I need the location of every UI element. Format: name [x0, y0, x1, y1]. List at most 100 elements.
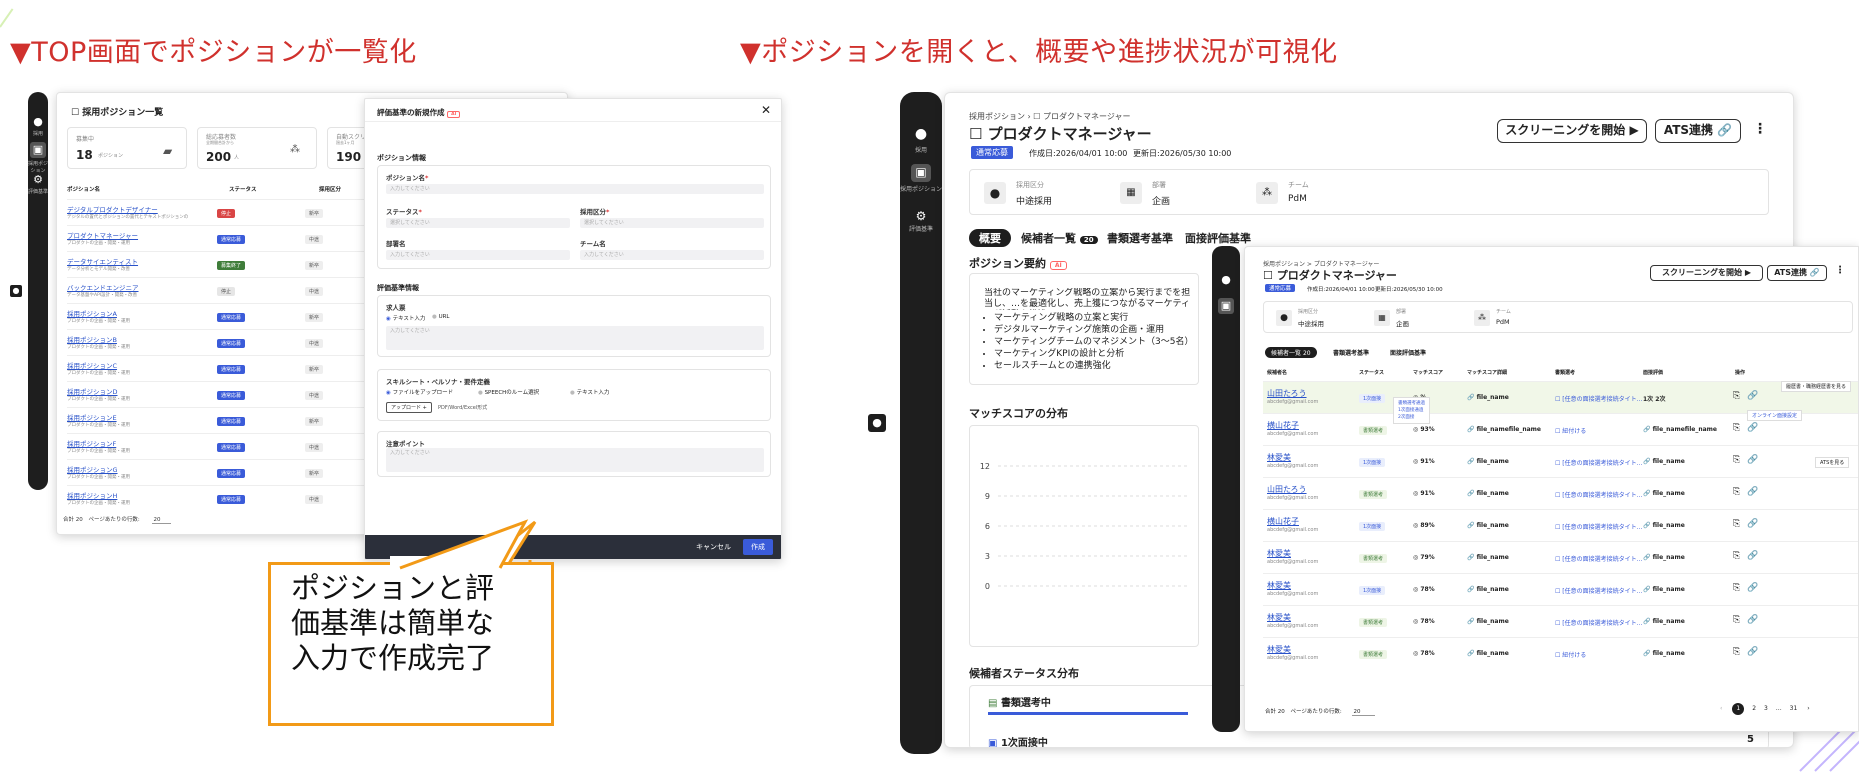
eval-link[interactable]: 🔗 file_name — [1643, 490, 1685, 497]
copy-icon[interactable]: ⎘ — [1733, 455, 1740, 465]
link-icon[interactable]: 🔗 — [1747, 455, 1758, 465]
candidate-row[interactable]: 山田たろう abcdefg@gmail.com 書類選考 ◎ 91% 🔗 file_na… — [1263, 477, 1858, 509]
score-detail-link[interactable]: 🔗 file_name — [1467, 618, 1509, 625]
cancel-button[interactable]: キャンセル — [696, 542, 731, 552]
status-chip[interactable]: 書類選考 — [1359, 490, 1388, 499]
candidate-name[interactable]: 林愛美 — [1267, 548, 1291, 559]
eval-link[interactable]: 🔗 file_name — [1643, 618, 1685, 625]
status-chip[interactable]: 書類選考 — [1359, 426, 1388, 435]
column-header[interactable]: マッチスコア — [1413, 369, 1443, 376]
column-header[interactable]: マッチスコア詳細 — [1467, 369, 1507, 376]
user-icon[interactable]: ● — [1218, 272, 1234, 288]
tab-interview-criteria[interactable]: 面接評価基準 — [1390, 348, 1426, 357]
position-name[interactable]: 採用ポジションG — [67, 464, 118, 474]
copy-icon[interactable]: ⎘ — [1733, 583, 1740, 593]
doc-link[interactable]: ☐ 紐付ける — [1555, 650, 1586, 659]
score-detail-link[interactable]: 🔗 file_name — [1467, 490, 1509, 497]
status-select[interactable]: 選択してください — [386, 218, 570, 228]
score-detail-link[interactable]: 🔗 file_name — [1467, 554, 1509, 561]
link-icon[interactable]: 🔗 — [1747, 519, 1758, 529]
per-page-select[interactable]: 20 — [1351, 709, 1375, 716]
eval-link[interactable]: 🔗 file_namefile_name — [1643, 426, 1717, 433]
radio-speech[interactable]: ● SPEECHのルーム選択 — [478, 388, 539, 396]
copy-icon[interactable]: ⎘ — [1733, 647, 1740, 657]
tab-doc-criteria[interactable]: 書類選考基準 — [1333, 348, 1369, 357]
tab-candidates[interactable]: 候補者一覧 20 — [1265, 347, 1317, 358]
column-header[interactable]: ステータス — [229, 185, 257, 193]
doc-link[interactable]: ☐ [任意の面接選考接続タイト… — [1555, 458, 1643, 467]
column-header[interactable]: ポジション名 — [67, 185, 100, 193]
position-name[interactable]: プロダクトマネージャー — [67, 230, 138, 240]
eval-link[interactable]: 🔗 file_name — [1643, 522, 1685, 529]
tab-overview[interactable]: 概要 — [969, 229, 1011, 247]
eval-link[interactable]: 🔗 file_name — [1643, 554, 1685, 561]
close-icon[interactable]: ✕ — [761, 103, 771, 117]
column-header[interactable]: 書類選考 — [1555, 369, 1575, 376]
briefcase-icon[interactable]: ▣ — [30, 142, 46, 158]
per-page-select[interactable]: 20 — [151, 517, 171, 524]
link-icon[interactable]: 🔗 — [1747, 487, 1758, 497]
link-icon[interactable]: 🔗 — [1747, 583, 1758, 593]
candidate-row[interactable]: 林愛美 abcdefg@gmail.com 1次面接 ◎ 78% 🔗 file_name… — [1263, 573, 1858, 605]
tab-doc-criteria[interactable]: 書類選考基準 — [1107, 230, 1173, 246]
status-chip[interactable]: 書類選考 — [1359, 618, 1388, 627]
start-screening-button[interactable]: スクリーニングを開始 ▶ — [1650, 265, 1763, 281]
doc-link[interactable]: ☐ [任意の面接選考接続タイト… — [1555, 522, 1643, 531]
doc-link[interactable]: ☐ [任意の面接選考接続タイト… — [1555, 586, 1643, 595]
team-input[interactable]: 入力してください — [580, 250, 764, 260]
tab-candidates[interactable]: 候補者一覧 20 — [1021, 230, 1098, 246]
position-name[interactable]: 採用ポジションD — [67, 386, 118, 396]
doc-link[interactable]: ☐ [任意の面接選考接続タイト… — [1555, 394, 1643, 403]
eval-link[interactable]: 🔗 file_name — [1643, 458, 1685, 465]
hire-type-select[interactable]: 選択してください — [580, 218, 764, 228]
start-screening-button[interactable]: スクリーニングを開始 ▶ — [1497, 119, 1647, 143]
briefcase-icon[interactable]: ▣ — [1218, 298, 1234, 314]
position-name[interactable]: データサイエンティスト — [67, 256, 138, 266]
radio-url[interactable]: ● URL — [432, 314, 449, 320]
score-detail-link[interactable]: 🔗 file_name — [1467, 586, 1509, 593]
link-icon[interactable]: 🔗 — [1747, 391, 1758, 401]
page-button[interactable]: 31 — [1790, 705, 1798, 712]
candidate-row[interactable]: 林愛美 abcdefg@gmail.com 書類選考 ◎ 78% 🔗 file_name… — [1263, 605, 1858, 637]
doc-link[interactable]: ☐ [任意の面接選考接続タイト… — [1555, 618, 1643, 627]
candidate-row[interactable]: 林愛美 abcdefg@gmail.com 1次面接 ◎ 91% 🔗 file_name… — [1263, 445, 1858, 477]
page-button[interactable]: 1 — [1732, 703, 1745, 715]
status-chip[interactable]: 1次面接 — [1359, 586, 1386, 595]
candidate-name[interactable]: 林愛美 — [1267, 580, 1291, 591]
status-chip[interactable]: 1次面接 — [1359, 394, 1386, 403]
position-name[interactable]: 採用ポジションF — [67, 438, 116, 448]
radio-file[interactable]: ◉ ファイルをアップロード — [386, 388, 453, 396]
link-icon[interactable]: 🔗 — [1747, 615, 1758, 625]
upload-button[interactable]: アップロード + — [386, 402, 432, 413]
radio-text[interactable]: ● テキスト入力 — [570, 388, 609, 396]
column-header[interactable]: 面接評価 — [1643, 369, 1663, 376]
prev-page-icon[interactable]: ‹ — [1720, 705, 1722, 712]
ats-button[interactable]: ATS連携 🔗 — [1655, 119, 1741, 143]
position-name[interactable]: 採用ポジションA — [67, 308, 117, 318]
copy-icon[interactable]: ⎘ — [1733, 519, 1740, 529]
column-header[interactable]: 候補者名 — [1267, 369, 1287, 376]
candidate-name[interactable]: 林愛美 — [1267, 644, 1291, 655]
column-header[interactable]: 操作 — [1735, 369, 1745, 376]
score-detail-link[interactable]: 🔗 file_name — [1467, 394, 1509, 401]
link-icon[interactable]: 🔗 — [1747, 423, 1758, 433]
copy-icon[interactable]: ⎘ — [1733, 551, 1740, 561]
eval-link[interactable]: 🔗 file_name — [1643, 650, 1685, 657]
candidate-name[interactable]: 横山花子 — [1267, 420, 1299, 431]
briefcase-icon[interactable]: ▣ — [911, 164, 931, 182]
candidate-name[interactable]: 横山花子 — [1267, 516, 1299, 527]
position-name[interactable]: 採用ポジションE — [67, 412, 117, 422]
user-icon[interactable]: ● — [913, 126, 929, 142]
copy-icon[interactable]: ⎘ — [1733, 423, 1740, 433]
create-button[interactable]: 作成 — [743, 539, 773, 555]
user-icon[interactable]: ● — [30, 114, 46, 130]
status-chip[interactable]: 書類選考 — [1359, 554, 1388, 563]
page-button[interactable]: 3 — [1764, 705, 1768, 712]
candidate-row[interactable]: 山田たろうabcdefg@gmail.com1次面接◎ %🔗 file_name… — [1263, 381, 1858, 413]
position-name[interactable]: バックエンドエンジニア — [67, 282, 139, 292]
more-icon[interactable]: ⋮ — [1753, 121, 1767, 137]
note-textarea[interactable]: 入力してください — [386, 448, 764, 472]
column-header[interactable]: 採用区分 — [319, 185, 341, 193]
eval-link[interactable]: 1次 2次 — [1643, 394, 1665, 403]
online-interview-tooltip[interactable]: オンライン面接設定 — [1747, 410, 1803, 421]
